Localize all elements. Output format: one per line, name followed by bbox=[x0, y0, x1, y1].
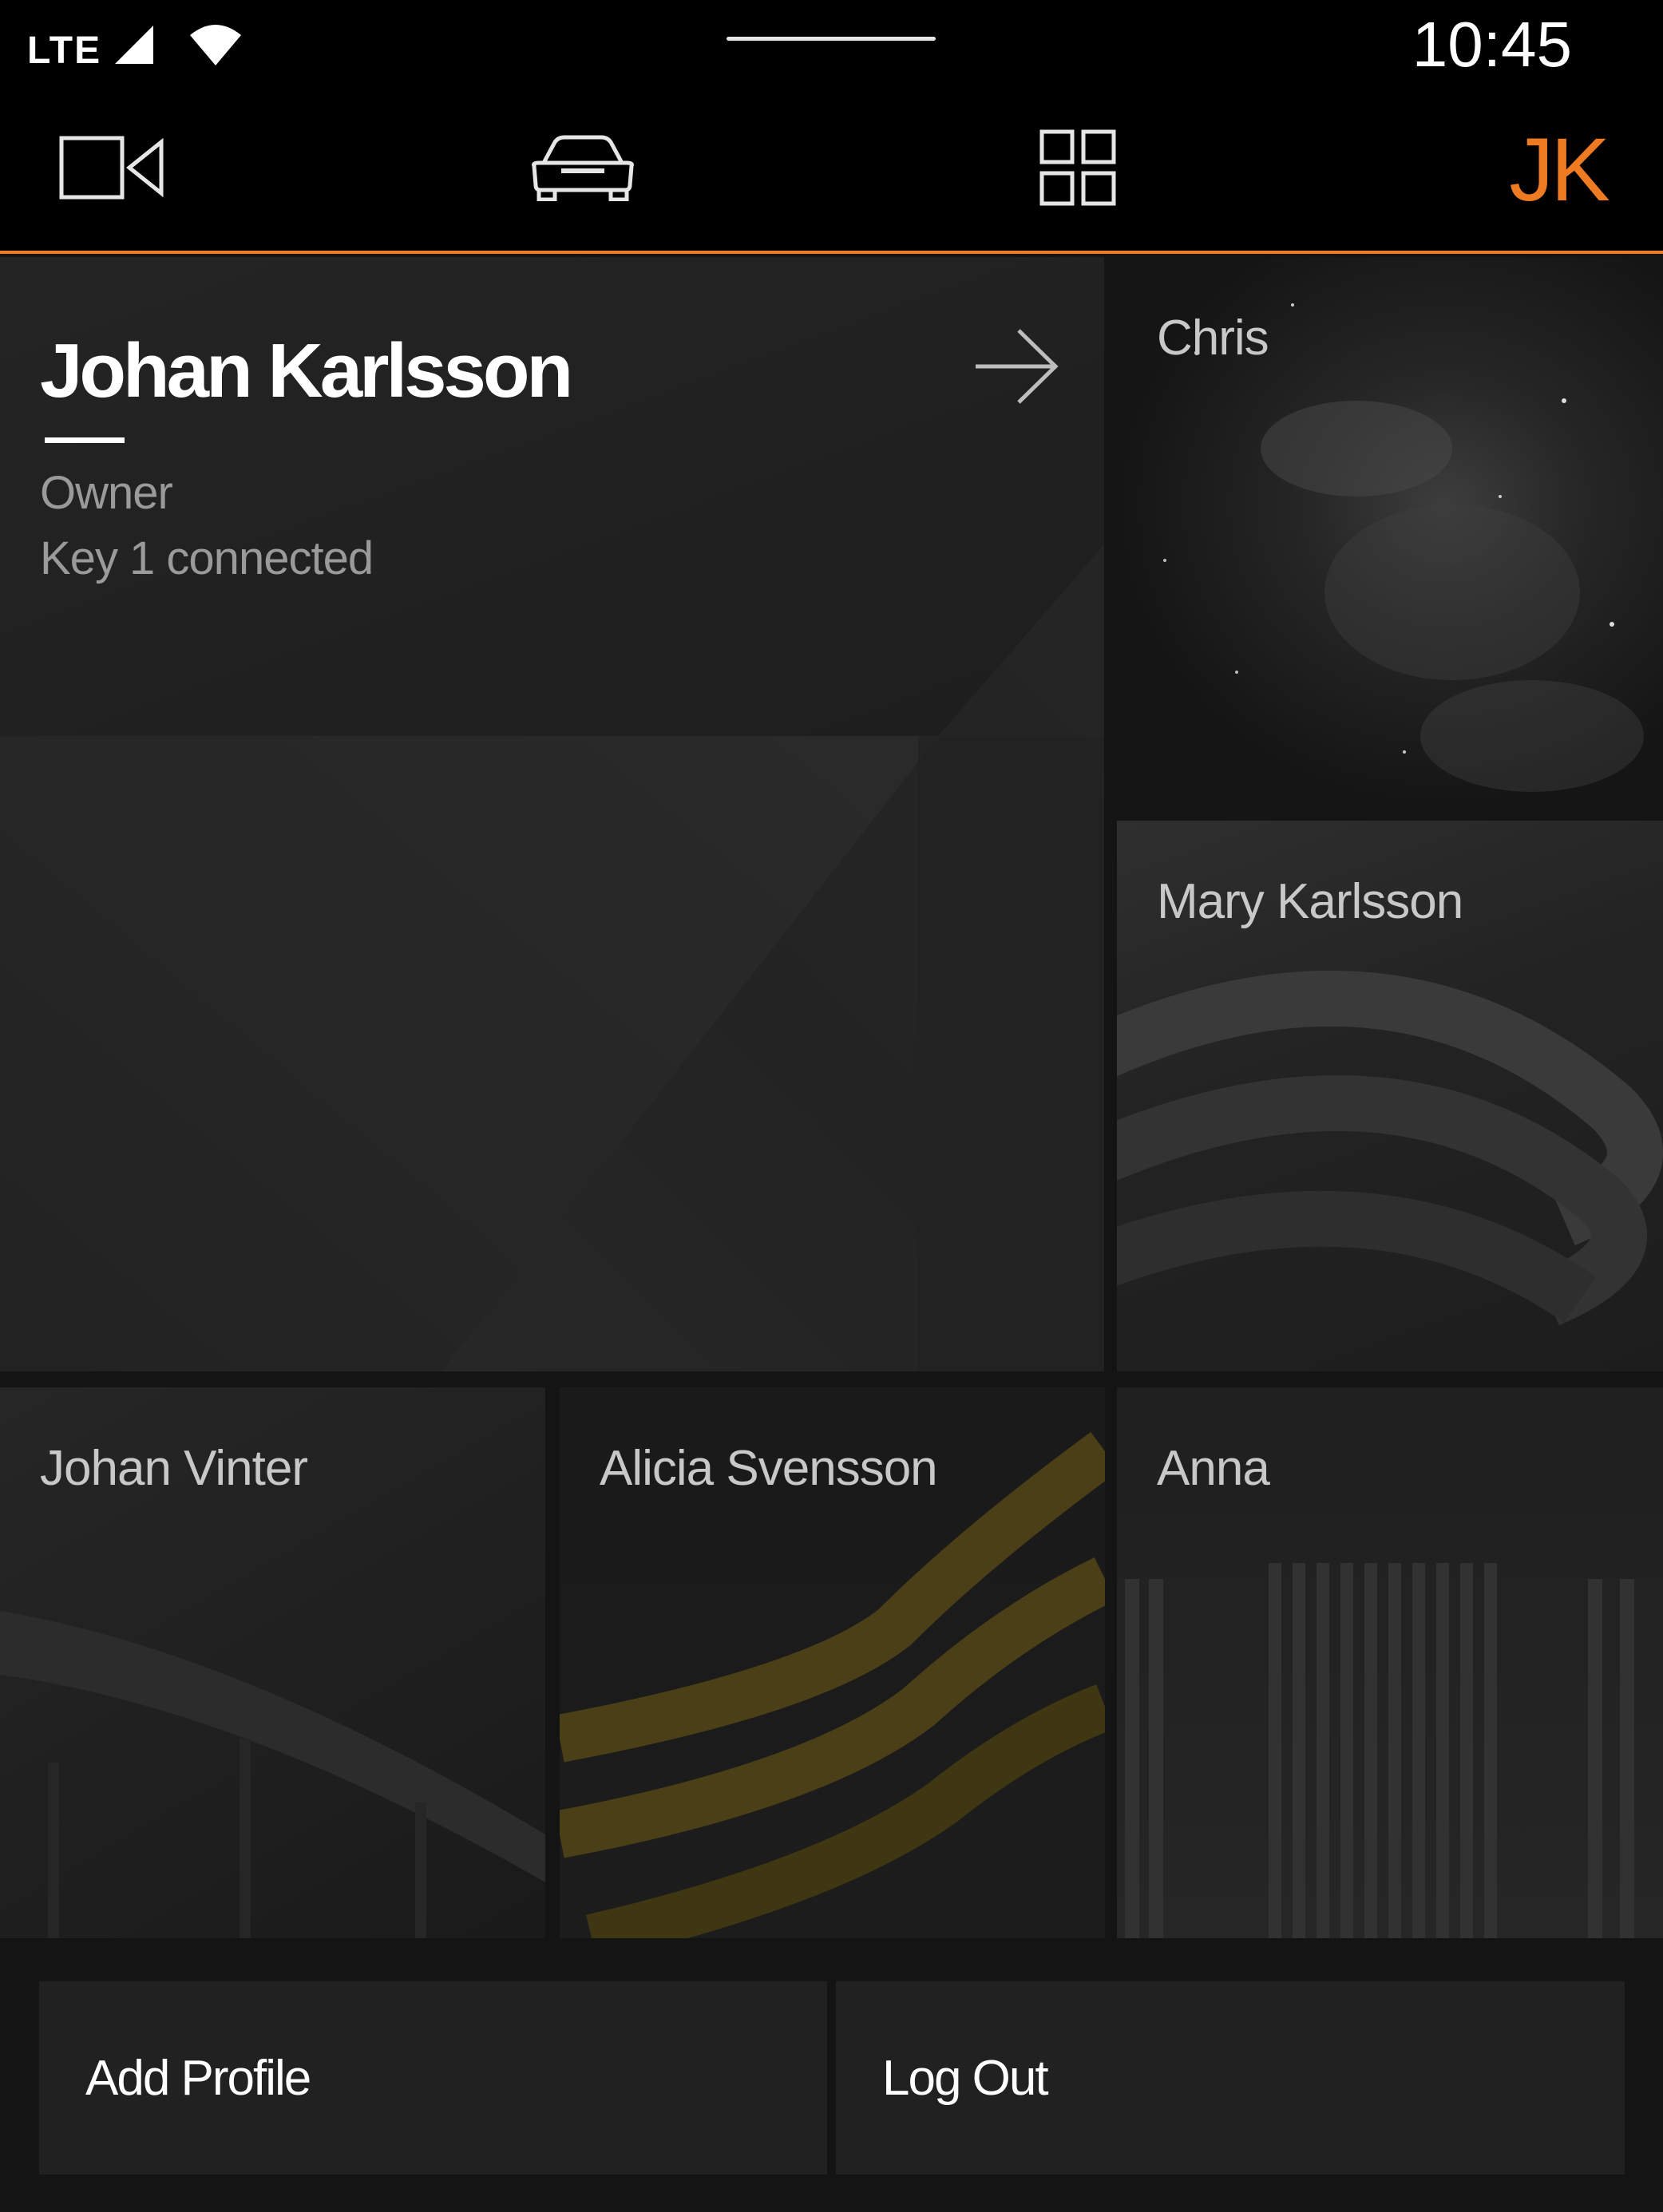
profile-name: Johan Vinter bbox=[40, 1441, 308, 1496]
profile-tile-anna[interactable]: Anna bbox=[1117, 1387, 1663, 1938]
profile-role: Owner bbox=[40, 467, 173, 519]
log-out-button[interactable]: Log Out bbox=[836, 1981, 1625, 2174]
add-profile-button[interactable]: Add Profile bbox=[39, 1981, 827, 2174]
status-handle bbox=[727, 37, 936, 41]
wifi-icon bbox=[188, 21, 243, 73]
profile-initials-button[interactable]: JK bbox=[1463, 88, 1610, 251]
car-button[interactable] bbox=[511, 88, 655, 251]
active-profile-card[interactable]: Johan Karlsson Owner Key 1 connected bbox=[0, 257, 1104, 1371]
key-status: Key 1 connected bbox=[40, 532, 374, 584]
camera-button[interactable] bbox=[32, 88, 192, 251]
profile-tile-johan-vinter[interactable]: Johan Vinter bbox=[0, 1387, 545, 1938]
profile-tile-chris[interactable]: Chris bbox=[1117, 257, 1663, 806]
apps-grid-icon bbox=[1039, 129, 1116, 210]
open-profile-button[interactable] bbox=[972, 324, 1060, 412]
network-label: LTE bbox=[27, 30, 102, 72]
arrow-right-icon bbox=[972, 323, 1060, 414]
apps-button[interactable] bbox=[1022, 88, 1134, 251]
name-underline bbox=[45, 437, 125, 443]
active-profile-name: Johan Karlsson bbox=[40, 328, 573, 414]
car-icon bbox=[529, 134, 636, 205]
top-nav: JK bbox=[0, 88, 1663, 254]
clock: 10:45 bbox=[1412, 9, 1572, 80]
profile-name: Anna bbox=[1157, 1441, 1270, 1496]
profile-tile-alicia-svensson[interactable]: Alicia Svensson bbox=[560, 1387, 1105, 1938]
signal-icon bbox=[112, 22, 156, 71]
profile-name: Mary Karlsson bbox=[1157, 874, 1463, 929]
profile-tile-mary-karlsson[interactable]: Mary Karlsson bbox=[1117, 821, 1663, 1371]
camera-icon bbox=[59, 136, 164, 204]
status-bar: LTE 10:45 bbox=[0, 0, 1663, 88]
profile-name: Alicia Svensson bbox=[600, 1441, 938, 1496]
profile-name: Chris bbox=[1157, 311, 1269, 366]
